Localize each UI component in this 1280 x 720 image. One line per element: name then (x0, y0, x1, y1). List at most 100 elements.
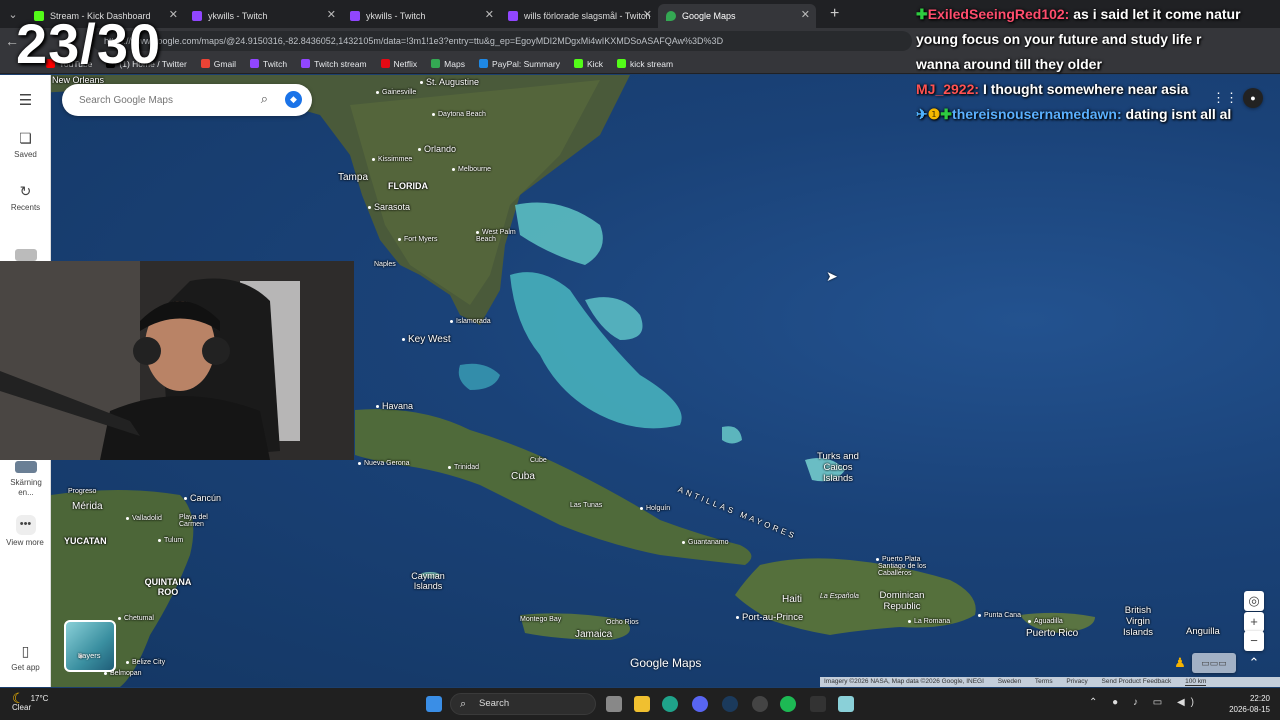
map-label: Dominican Republic (879, 590, 925, 612)
feedback-link[interactable]: Send Product Feedback (1102, 678, 1172, 685)
moon-icon: ☾ (12, 690, 25, 706)
map-label: Orlando (418, 144, 456, 154)
weather-widget[interactable]: ☾ 17°C Clear (12, 690, 48, 712)
address-bar[interactable]: https://www.google.com/maps/@24.9150316,… (92, 31, 912, 51)
map-label: Guantanamo (682, 539, 728, 546)
layers-button[interactable]: ◈ Layers (64, 620, 116, 672)
edge-icon[interactable] (662, 696, 678, 712)
pegman-icon[interactable]: ♟ (1170, 653, 1190, 673)
bookmark-twitch[interactable]: Twitch (250, 59, 287, 69)
map-label: Tulum (158, 537, 183, 544)
kick-icon (617, 59, 627, 68)
tab-twitch-2[interactable]: ykwills - Twitch ✕ (342, 4, 500, 28)
terminal-icon[interactable] (810, 696, 826, 712)
tab-twitch-1[interactable]: ykwills - Twitch ✕ (184, 4, 342, 28)
chat-message: ✈❶✚thereisnousernamedawn: dating isnt al… (916, 106, 1232, 122)
map-label: Playa del Carmen (179, 514, 208, 528)
country-link[interactable]: Sweden (998, 678, 1022, 685)
bookmark-paypal[interactable]: PayPal: Summary (478, 59, 560, 69)
tab-twitch-3[interactable]: wills förlorade slagsmål - Twitch ✕ (500, 4, 658, 28)
map-label: Belize City (126, 659, 165, 666)
close-icon[interactable]: ✕ (643, 8, 652, 21)
map-label: Cube (530, 457, 547, 464)
chat-message: wanna around till they older (916, 56, 1102, 72)
zoom-in-button[interactable]: + (1244, 612, 1264, 632)
notepad-icon[interactable] (838, 696, 854, 712)
paypal-icon (478, 59, 488, 68)
system-tray[interactable]: ⌃ ● ♪ ▭ ◀) (1089, 697, 1200, 708)
netflix-icon (380, 59, 390, 68)
close-icon[interactable]: ✕ (801, 8, 810, 21)
gmail-icon (200, 59, 210, 68)
map-attribution: Imagery ©2026 NASA, Map data ©2026 Googl… (820, 677, 1280, 687)
obs-icon[interactable] (752, 696, 768, 712)
bookmark-netflix[interactable]: Netflix (380, 59, 417, 69)
map-label: Chetumal (118, 615, 154, 622)
map-label: Jamaica (575, 629, 613, 640)
bahamas-bank-5 (722, 426, 742, 444)
spotify-icon[interactable] (780, 696, 796, 712)
privacy-link[interactable]: Privacy (1066, 678, 1087, 685)
twitch-icon (350, 11, 360, 21)
close-icon[interactable]: ✕ (485, 8, 494, 21)
new-tab-icon[interactable]: + (830, 5, 839, 23)
task-view-icon[interactable] (606, 696, 622, 712)
scale-bar[interactable]: 100 km (1185, 678, 1207, 686)
maps-search-box[interactable]: ⌕ ◆ (62, 84, 312, 116)
search-icon[interactable]: ⌕ (261, 91, 268, 107)
taskbar-clock[interactable]: 22:20 2026-08-15 (1229, 693, 1270, 715)
map-label: QUINTANA ROO (144, 577, 192, 597)
map-label: Aguadilla (1028, 618, 1063, 625)
map-type-thumbnails[interactable]: ▭▭▭ (1192, 653, 1236, 673)
twitch-icon (250, 59, 259, 68)
badge-icon: ✚ (940, 106, 953, 122)
map-label: Progreso (68, 488, 97, 495)
map-label: La Española (820, 593, 859, 600)
bookmark-gmail[interactable]: Gmail (200, 59, 236, 69)
discord-icon[interactable] (692, 696, 708, 712)
get-app-button[interactable]: ▯ Get app (0, 643, 51, 672)
zoom-out-button[interactable]: − (1244, 631, 1264, 651)
maps-icon (431, 59, 441, 68)
file-explorer-icon[interactable] (634, 696, 650, 712)
bookmark-kick[interactable]: Kick (573, 59, 603, 69)
saved-button[interactable]: ❏ Saved (0, 130, 51, 159)
more-icon: ••• (15, 515, 36, 535)
taskbar-search[interactable]: ⌕ Search (450, 693, 596, 715)
maps-icon (666, 11, 676, 21)
map-label: Puerto Rico (1026, 628, 1079, 639)
windows-start-icon[interactable] (426, 696, 442, 712)
expand-icon[interactable]: ⌃ (1244, 653, 1264, 673)
bookmark-maps[interactable]: Maps (431, 59, 465, 69)
view-more-button[interactable]: ••• View more (0, 515, 51, 548)
twitch-icon (192, 11, 202, 21)
map-label: Ocho Rios (606, 619, 639, 626)
recent-place-sharing[interactable]: Skärning en... (0, 461, 51, 498)
tab-google-maps[interactable]: Google Maps ✕ (658, 4, 816, 28)
map-label: FLORIDA (388, 181, 428, 191)
windows-taskbar: ☾ 17°C Clear ⌕ Search ⌃ ● ♪ ▭ ◀) 22:20 2026… (0, 688, 1280, 720)
bookmark-twitch-stream[interactable]: Twitch stream (301, 59, 367, 69)
terms-link[interactable]: Terms (1035, 678, 1053, 685)
google-maps-logo: Google Maps (630, 656, 702, 670)
directions-icon[interactable]: ◆ (285, 91, 302, 108)
steam-icon[interactable] (722, 696, 738, 712)
menu-icon[interactable]: ☰ (0, 91, 51, 109)
map-label: Tampa (338, 172, 369, 183)
recents-button[interactable]: ↻ Recents (0, 183, 51, 212)
search-icon: ⌕ (460, 698, 467, 710)
bookmark-icon: ❏ (19, 130, 32, 146)
map-label: Nueva Gerona (358, 460, 410, 467)
map-label: Havana (376, 401, 413, 411)
map-label: Fort Myers (398, 236, 437, 243)
chat-message: ✚ExiledSeeingRed102: as i said let it co… (916, 6, 1241, 22)
map-label: Port-au-Prince (736, 612, 803, 623)
map-label: Anguilla (1186, 626, 1220, 637)
map-label: Naples (374, 261, 396, 268)
search-input[interactable] (77, 93, 247, 107)
my-location-icon[interactable]: ◎ (1244, 591, 1264, 611)
close-icon[interactable]: ✕ (169, 8, 178, 21)
bookmark-kick-stream[interactable]: kick stream (617, 59, 673, 69)
close-icon[interactable]: ✕ (327, 8, 336, 21)
map-label: Kissimmee (372, 156, 412, 163)
